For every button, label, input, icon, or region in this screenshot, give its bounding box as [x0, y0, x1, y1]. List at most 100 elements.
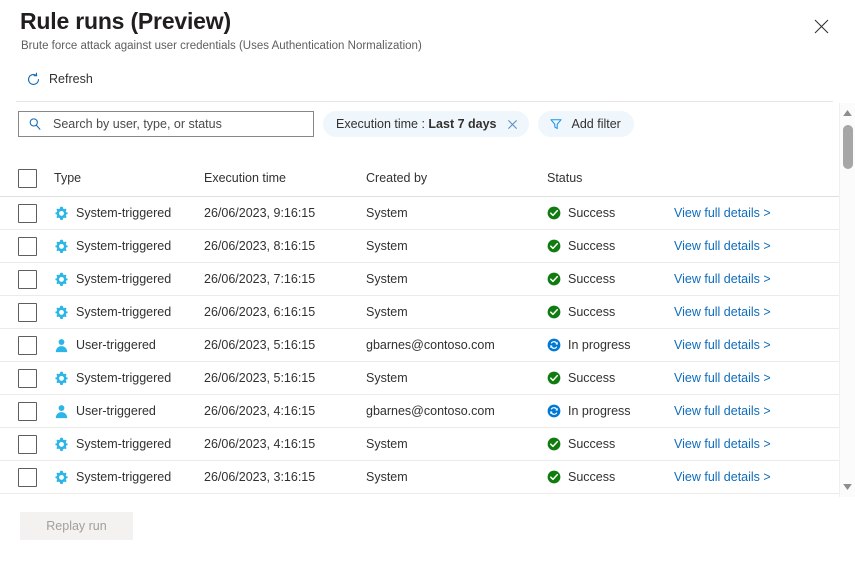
cell-type-label: User-triggered: [76, 338, 156, 352]
person-icon: [54, 338, 69, 353]
row-select-cell: [0, 402, 54, 421]
row-select-checkbox[interactable]: [18, 204, 37, 223]
table-row[interactable]: System-triggered26/06/2023, 8:16:15Syste…: [0, 230, 855, 263]
cell-created-by: System: [366, 371, 547, 385]
table-scrollbar[interactable]: [839, 103, 855, 497]
view-full-details-link[interactable]: View full details >: [674, 206, 771, 220]
view-full-details-link[interactable]: View full details >: [674, 371, 771, 385]
view-full-details-link[interactable]: View full details >: [674, 305, 771, 319]
add-filter-label: Add filter: [572, 117, 621, 131]
success-check-icon: [547, 239, 561, 253]
close-button[interactable]: [807, 12, 835, 40]
row-select-checkbox[interactable]: [18, 468, 37, 487]
table-row[interactable]: System-triggered26/06/2023, 7:16:15Syste…: [0, 263, 855, 296]
filter-pill-key: Execution time :: [336, 117, 425, 131]
cell-type-label: System-triggered: [76, 305, 171, 319]
row-select-cell: [0, 237, 54, 256]
view-full-details-link[interactable]: View full details >: [674, 239, 771, 253]
row-select-cell: [0, 435, 54, 454]
cell-type: System-triggered: [54, 437, 204, 452]
scroll-up-arrow[interactable]: [840, 106, 855, 120]
cell-created-by: System: [366, 272, 547, 286]
search-box[interactable]: [18, 111, 314, 137]
table-row[interactable]: System-triggered26/06/2023, 5:16:15Syste…: [0, 362, 855, 395]
view-full-details-link[interactable]: View full details >: [674, 272, 771, 286]
filter-pill-value: Last 7 days: [428, 117, 496, 131]
filter-clear-icon[interactable]: [507, 119, 518, 130]
cell-created-by: System: [366, 239, 547, 253]
table-row[interactable]: System-triggered26/06/2023, 3:16:15Syste…: [0, 461, 855, 494]
refresh-button[interactable]: Refresh: [20, 66, 99, 92]
cell-execution-time: 26/06/2023, 9:16:15: [204, 206, 366, 220]
page-title: Rule runs (Preview): [20, 8, 231, 35]
column-header-status[interactable]: Status: [547, 171, 674, 185]
scrollbar-thumb[interactable]: [843, 125, 853, 169]
success-check-icon: [547, 371, 561, 385]
cell-execution-time: 26/06/2023, 5:16:15: [204, 338, 366, 352]
column-header-type[interactable]: Type: [54, 171, 204, 185]
rule-runs-panel: Rule runs (Preview) Brute force attack a…: [0, 0, 855, 580]
status-badge: Success: [568, 305, 615, 319]
column-header-status-label: Status: [547, 171, 582, 185]
cell-created-by: gbarnes@contoso.com: [366, 338, 547, 352]
cell-status: Success: [547, 206, 674, 220]
row-select-checkbox[interactable]: [18, 270, 37, 289]
panel-header: Rule runs (Preview) Brute force attack a…: [0, 0, 855, 100]
table-row[interactable]: System-triggered26/06/2023, 6:16:15Syste…: [0, 296, 855, 329]
in-progress-sync-icon: [547, 338, 561, 352]
cell-execution-time: 26/06/2023, 4:16:15: [204, 404, 366, 418]
view-full-details-link[interactable]: View full details >: [674, 404, 771, 418]
row-select-checkbox[interactable]: [18, 435, 37, 454]
table-row[interactable]: System-triggered26/06/2023, 4:16:15Syste…: [0, 428, 855, 461]
cell-type-label: System-triggered: [76, 470, 171, 484]
status-badge: Success: [568, 371, 615, 385]
row-select-checkbox[interactable]: [18, 336, 37, 355]
status-badge: Success: [568, 239, 615, 253]
refresh-label: Refresh: [49, 73, 93, 86]
status-badge: In progress: [568, 404, 631, 418]
table-row[interactable]: System-triggered26/06/2023, 9:16:15Syste…: [0, 197, 855, 230]
person-icon: [54, 404, 69, 419]
table-row[interactable]: User-triggered 26/06/2023, 4:16:15gbarnes…: [0, 395, 855, 428]
replay-run-button[interactable]: Replay run: [20, 512, 133, 540]
header-divider: [16, 101, 833, 102]
add-filter-button[interactable]: Add filter: [538, 111, 634, 137]
row-select-checkbox[interactable]: [18, 369, 37, 388]
row-select-checkbox[interactable]: [18, 303, 37, 322]
cell-type-label: User-triggered: [76, 404, 156, 418]
success-check-icon: [547, 206, 561, 220]
scroll-down-arrow[interactable]: [840, 480, 855, 494]
row-select-cell: [0, 303, 54, 322]
filter-bar: Execution time : Last 7 days Add filter: [18, 111, 634, 137]
view-full-details-link[interactable]: View full details >: [674, 338, 771, 352]
table-row[interactable]: User-triggered 26/06/2023, 5:16:15gbarnes…: [0, 329, 855, 362]
row-select-checkbox[interactable]: [18, 237, 37, 256]
cell-actions: View full details >: [674, 237, 855, 255]
cell-execution-time: 26/06/2023, 7:16:15: [204, 272, 366, 286]
cell-actions: View full details >: [674, 270, 855, 288]
filter-pill-text: Execution time : Last 7 days: [336, 117, 497, 131]
search-input[interactable]: [51, 111, 313, 137]
row-select-checkbox[interactable]: [18, 402, 37, 421]
view-full-details-link[interactable]: View full details >: [674, 437, 771, 451]
gear-icon: [54, 239, 69, 254]
cell-execution-time: 26/06/2023, 4:16:15: [204, 437, 366, 451]
select-all-checkbox[interactable]: [18, 169, 37, 188]
view-full-details-link[interactable]: View full details >: [674, 470, 771, 484]
panel-footer: Replay run: [0, 497, 855, 580]
command-bar: Refresh: [20, 66, 99, 92]
cell-type: System-triggered: [54, 371, 204, 386]
filter-pill-execution-time[interactable]: Execution time : Last 7 days: [323, 111, 529, 137]
gear-icon: [54, 272, 69, 287]
cell-status: Success: [547, 371, 674, 385]
cell-actions: View full details >: [674, 402, 855, 420]
cell-execution-time: 26/06/2023, 8:16:15: [204, 239, 366, 253]
cell-created-by: System: [366, 437, 547, 451]
row-select-cell: [0, 468, 54, 487]
cell-type: User-triggered: [54, 338, 204, 353]
cell-status: Success: [547, 239, 674, 253]
cell-created-by: System: [366, 470, 547, 484]
cell-created-by: gbarnes@contoso.com: [366, 404, 547, 418]
column-header-created-by[interactable]: Created by: [366, 171, 547, 185]
column-header-execution-time[interactable]: Execution time: [204, 171, 366, 185]
